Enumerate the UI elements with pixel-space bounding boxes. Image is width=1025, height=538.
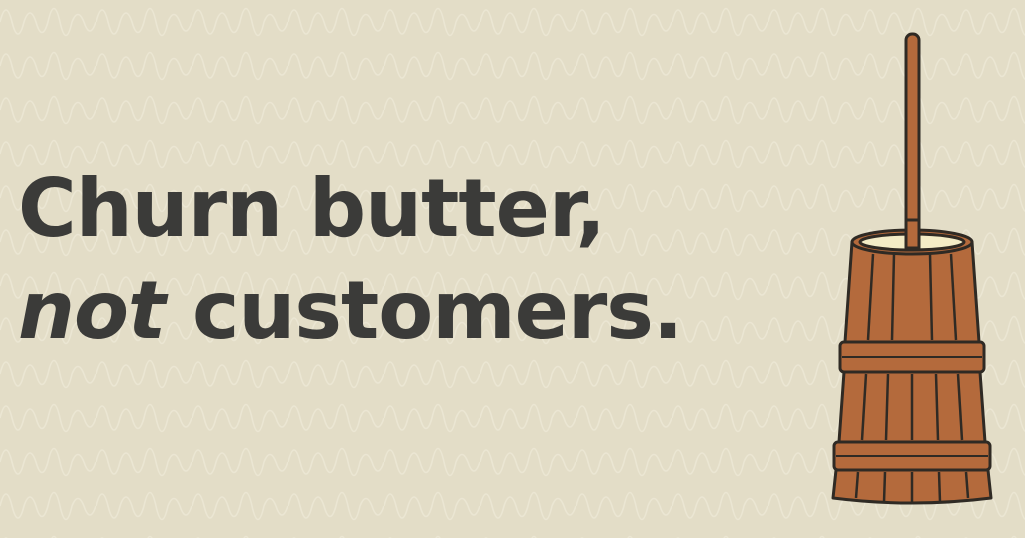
headline: Churn butter, not customers. (18, 158, 683, 362)
headline-line-1: Churn butter, (18, 162, 606, 255)
butter-churn-icon (831, 32, 993, 505)
headline-line-2-rest: customers. (165, 264, 683, 357)
headline-emphasis: not (18, 264, 166, 357)
headline-line-2: not customers. (18, 260, 683, 362)
churn-body-upper (843, 240, 981, 344)
